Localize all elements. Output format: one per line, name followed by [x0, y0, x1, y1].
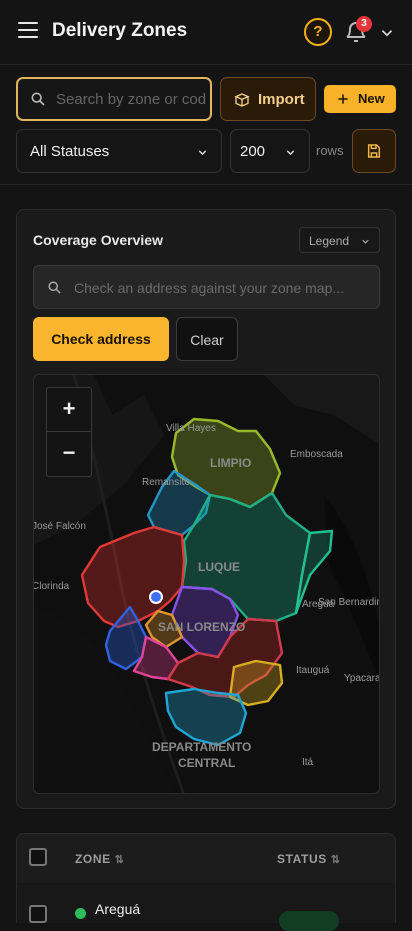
- map-place-label: SAN LORENZO: [158, 620, 245, 634]
- import-button[interactable]: Import: [220, 77, 316, 121]
- zoom-out-button[interactable]: −: [47, 432, 91, 476]
- map-place-label: Clorinda: [34, 581, 70, 592]
- plus-icon: [338, 94, 348, 104]
- status-dot: [75, 908, 86, 919]
- new-label: New: [358, 91, 385, 106]
- lake-region: [324, 495, 379, 680]
- column-header-label: ZONE: [75, 852, 111, 866]
- sort-icon: ⇅: [114, 854, 125, 866]
- chevron-down-icon: [198, 150, 207, 156]
- select-all-checkbox[interactable]: [29, 848, 47, 866]
- map-place-label: Villa Hayes: [166, 423, 216, 434]
- save-view-button[interactable]: [352, 129, 396, 173]
- terrain-region: [264, 375, 379, 444]
- map-place-label: Itá: [302, 757, 314, 768]
- top-bar: Delivery Zones ? 3: [0, 0, 412, 64]
- legend-dropdown[interactable]: Legend: [299, 227, 380, 253]
- coverage-overview-card: Coverage Overview Legend Check address C…: [16, 209, 396, 809]
- column-header-zone[interactable]: ZONE ⇅: [75, 852, 125, 866]
- map-place-label: CENTRAL: [178, 756, 235, 770]
- box-icon: [234, 93, 250, 107]
- legend-label: Legend: [309, 234, 350, 248]
- map-place-label: Itauguá: [296, 665, 330, 676]
- import-label: Import: [258, 91, 305, 108]
- clear-button[interactable]: Clear: [176, 317, 238, 361]
- map-place-label: Emboscada: [290, 449, 343, 460]
- column-header-label: STATUS: [277, 852, 327, 866]
- sort-icon: ⇅: [330, 854, 341, 866]
- rows-label: rows: [316, 143, 344, 158]
- map-place-label: José Falcón: [34, 521, 86, 532]
- card-title: Coverage Overview: [33, 232, 163, 248]
- map-place-label: Remansito: [142, 477, 190, 488]
- search-icon: [31, 92, 45, 106]
- chevron-down-icon: [286, 150, 295, 156]
- table-header: ZONE ⇅ STATUS ⇅: [16, 833, 396, 883]
- zoom-controls: + −: [46, 387, 92, 477]
- search-box[interactable]: [16, 77, 212, 121]
- status-filter-value: All Statuses: [30, 143, 110, 160]
- map-place-label: DEPARTAMENTO: [152, 740, 251, 754]
- column-header-status[interactable]: STATUS ⇅: [277, 852, 341, 866]
- chevron-down-icon: [362, 239, 369, 244]
- search-icon: [48, 281, 61, 294]
- zone-polygon-central[interactable]: [164, 687, 248, 747]
- location-marker[interactable]: [149, 590, 163, 604]
- address-input[interactable]: [74, 278, 370, 298]
- map-place-label: Ypacaraí: [344, 673, 380, 684]
- zoom-in-button[interactable]: +: [47, 388, 91, 432]
- notification-badge: 3: [356, 16, 372, 32]
- map-place-label: LUQUE: [198, 560, 240, 574]
- check-address-button[interactable]: Check address: [33, 317, 169, 361]
- map-place-label: LIMPIO: [210, 456, 251, 470]
- status-badge: [279, 911, 339, 931]
- search-input[interactable]: [56, 89, 206, 109]
- chevron-down-icon[interactable]: [378, 24, 396, 42]
- save-icon: [367, 144, 381, 158]
- table-row[interactable]: Areguá: [16, 883, 396, 931]
- new-button[interactable]: New: [324, 85, 396, 113]
- map-place-label: San Bernardino: [318, 597, 380, 608]
- help-icon[interactable]: ?: [304, 18, 332, 46]
- page-title: Delivery Zones: [52, 20, 188, 41]
- hamburger-menu-icon[interactable]: [18, 22, 38, 42]
- rows-per-page-select[interactable]: 200: [230, 129, 310, 173]
- rows-per-page-value: 200: [240, 143, 266, 160]
- address-check-box[interactable]: [33, 265, 380, 309]
- zone-map[interactable]: + − Villa Hayes Emboscada Remansito LIMP…: [33, 374, 380, 794]
- row-checkbox[interactable]: [29, 905, 47, 923]
- toolbar: Import New All Statuses 200 rows: [0, 64, 412, 185]
- status-filter-select[interactable]: All Statuses: [16, 129, 222, 173]
